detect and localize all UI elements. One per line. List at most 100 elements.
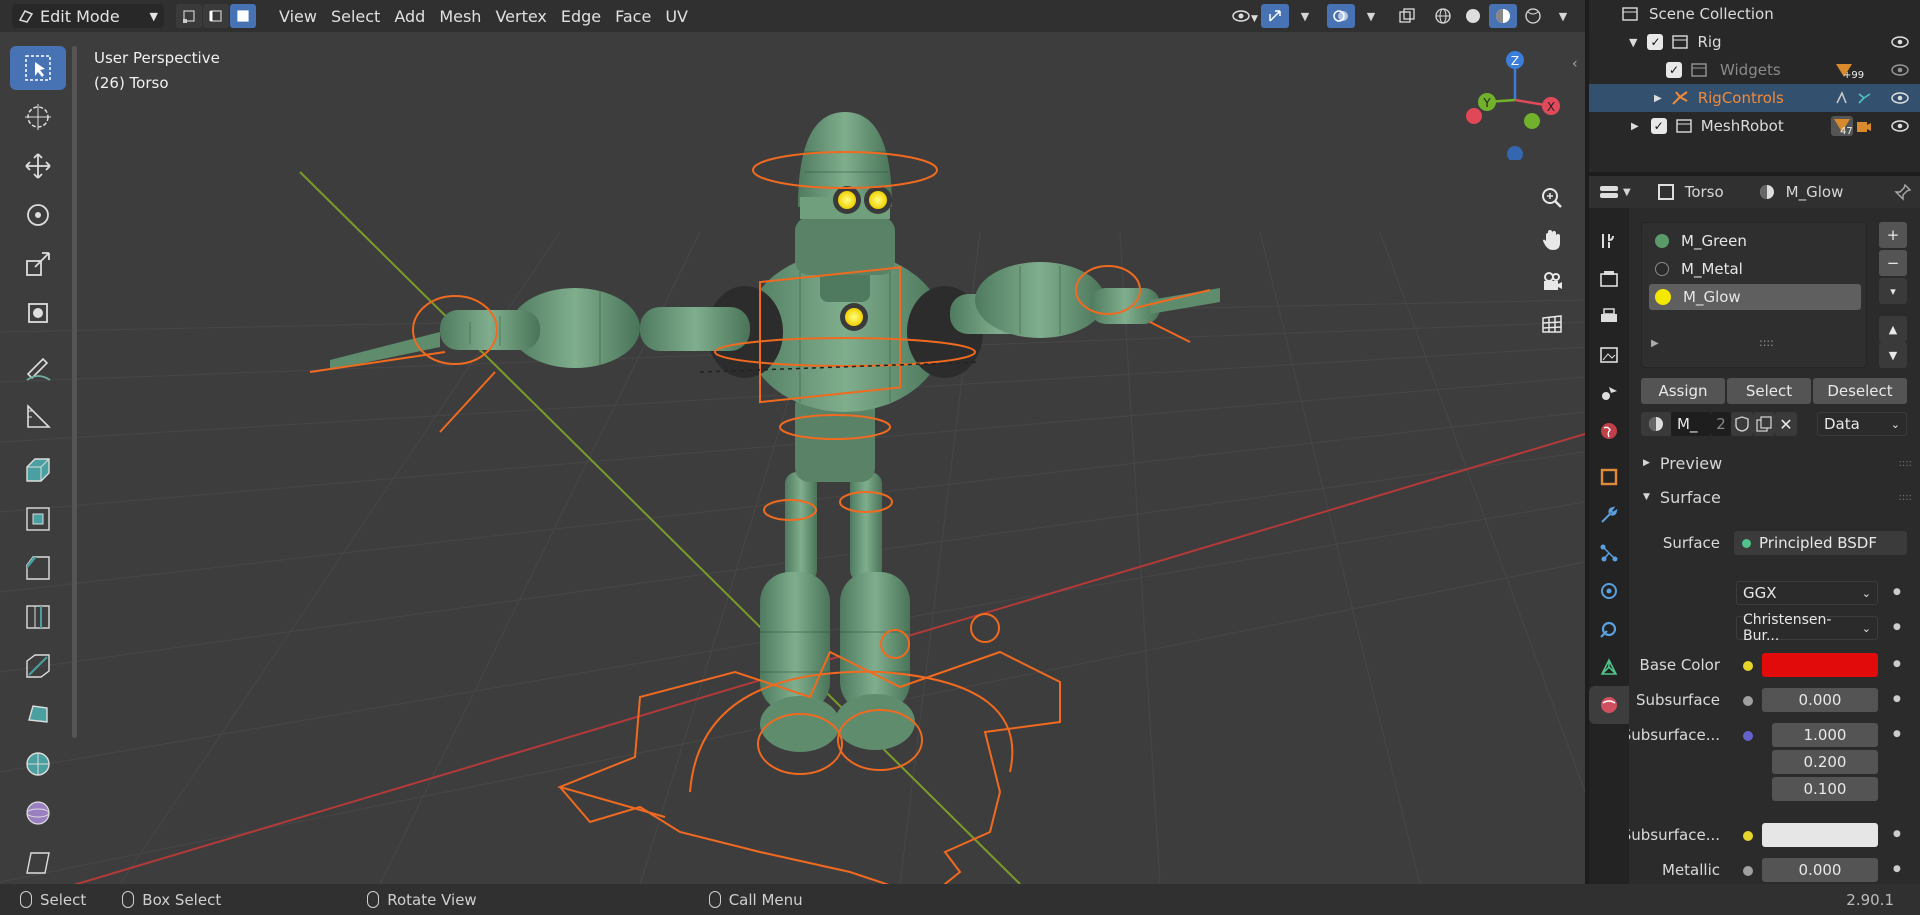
tool-annotate[interactable] — [10, 345, 66, 389]
move-slot-up-button[interactable]: ▲ — [1879, 316, 1907, 342]
drag-handle-icon[interactable]: :::: — [1899, 458, 1912, 469]
visibility-dropdown[interactable]: ▼ — [1231, 4, 1259, 28]
eye-icon[interactable] — [1890, 63, 1910, 77]
distribution-dropdown[interactable]: GGX ⌄ — [1736, 581, 1878, 605]
gizmo-dropdown[interactable]: ▼ — [1291, 4, 1319, 28]
surface-panel-header[interactable]: ▼ Surface :::: — [1629, 482, 1920, 512]
animate-dot-icon[interactable]: ● — [1893, 729, 1901, 739]
xray-toggle[interactable] — [1393, 4, 1421, 28]
list-resize-grip[interactable]: :::: — [1759, 336, 1774, 349]
color-socket-icon[interactable] — [1743, 831, 1753, 841]
tool-poly-build[interactable] — [10, 693, 66, 737]
remove-slot-button[interactable]: − — [1879, 250, 1907, 276]
eye-icon[interactable] — [1890, 35, 1910, 49]
subsurface-value-field[interactable]: 0.000 — [1762, 688, 1878, 712]
tool-rotate[interactable] — [10, 193, 66, 237]
tab-physics[interactable] — [1589, 572, 1629, 610]
duplicate-material-button[interactable] — [1753, 412, 1775, 436]
tab-tool[interactable] — [1589, 222, 1629, 260]
expand-right-icon[interactable]: ▶ — [1631, 121, 1639, 132]
face-select-button[interactable] — [230, 4, 256, 28]
outliner-item-meshrobot[interactable]: ▶ ✓ MeshRobot 47 — [1589, 112, 1920, 140]
deselect-button[interactable]: Deselect — [1813, 378, 1907, 404]
subsurface-color-swatch[interactable] — [1762, 823, 1878, 847]
menu-mesh[interactable]: Mesh — [432, 4, 488, 28]
tab-object[interactable] — [1589, 458, 1629, 496]
3d-viewport[interactable]: User Perspective (26) Torso Z X Y ‹ — [0, 32, 1585, 884]
navigation-gizmo[interactable]: Z X Y — [1455, 40, 1575, 160]
animate-dot-icon[interactable]: ● — [1893, 864, 1901, 874]
overlay-toggle[interactable] — [1327, 4, 1355, 28]
color-socket-icon[interactable] — [1743, 661, 1753, 671]
animate-dot-icon[interactable]: ● — [1893, 587, 1901, 597]
assign-button[interactable]: Assign — [1641, 378, 1725, 404]
metallic-value-field[interactable]: 0.000 — [1762, 858, 1878, 882]
base-color-swatch[interactable] — [1762, 653, 1878, 677]
tool-inset[interactable] — [10, 497, 66, 541]
rig-checkbox[interactable]: ✓ — [1647, 34, 1664, 50]
tool-extrude[interactable] — [10, 448, 66, 492]
value-socket-icon[interactable] — [1743, 696, 1753, 706]
toolbar-scrollbar[interactable] — [72, 46, 77, 738]
menu-face[interactable]: Face — [608, 4, 658, 28]
tab-particles[interactable] — [1589, 534, 1629, 572]
tab-constraints[interactable] — [1589, 610, 1629, 648]
material-slot-m-green[interactable]: M_Green — [1649, 228, 1861, 254]
editor-type-dropdown[interactable]: ▼ — [1599, 183, 1631, 201]
tool-bevel[interactable] — [10, 546, 66, 590]
preview-panel-header[interactable]: ▶ Preview :::: — [1629, 448, 1920, 478]
tool-move[interactable] — [10, 144, 66, 188]
expand-right-icon[interactable]: ▶ — [1654, 93, 1662, 104]
menu-add[interactable]: Add — [387, 4, 432, 28]
menu-edge[interactable]: Edge — [554, 4, 608, 28]
vector-socket-icon[interactable] — [1743, 731, 1753, 741]
tool-select-box[interactable] — [10, 46, 66, 90]
edge-select-button[interactable] — [203, 4, 229, 28]
move-slot-down-button[interactable]: ▼ — [1879, 342, 1907, 368]
ortho-toggle-button[interactable] — [1534, 306, 1570, 342]
outliner-item-rig[interactable]: ▼ ✓ Rig — [1589, 28, 1920, 56]
animate-dot-icon[interactable]: ● — [1893, 622, 1901, 632]
shading-rendered[interactable] — [1519, 4, 1547, 28]
subsurface-radius-x[interactable]: 1.000 — [1772, 723, 1878, 747]
outliner-item-widgets[interactable]: ✓ Widgets +99 — [1589, 56, 1920, 84]
material-browse[interactable] — [1641, 412, 1671, 436]
object-name[interactable]: Torso — [1685, 183, 1724, 201]
eye-icon[interactable] — [1890, 119, 1910, 133]
tool-smooth[interactable] — [10, 791, 66, 835]
meshrobot-checkbox[interactable]: ✓ — [1650, 118, 1667, 134]
tool-measure[interactable] — [10, 394, 66, 438]
sidebar-toggle[interactable]: ‹ — [1572, 56, 1578, 72]
pan-button[interactable] — [1534, 222, 1570, 258]
overlay-dropdown[interactable]: ▼ — [1357, 4, 1385, 28]
fake-user-button[interactable] — [1731, 412, 1753, 436]
shading-material[interactable] — [1489, 4, 1517, 28]
shading-wireframe[interactable] — [1429, 4, 1457, 28]
gizmo-toggle[interactable] — [1261, 4, 1289, 28]
tool-spin[interactable] — [10, 742, 66, 786]
tab-data[interactable] — [1589, 648, 1629, 686]
subsurface-method-dropdown[interactable]: Christensen-Bur... ⌄ — [1736, 612, 1878, 644]
material-name[interactable]: M_Glow — [1786, 183, 1844, 201]
shading-dropdown[interactable]: ▼ — [1549, 4, 1577, 28]
menu-view[interactable]: View — [272, 4, 324, 28]
drag-handle-icon[interactable]: :::: — [1899, 492, 1912, 503]
tab-scene[interactable] — [1589, 374, 1629, 412]
select-button[interactable]: Select — [1727, 378, 1811, 404]
tool-cursor[interactable] — [10, 95, 66, 139]
vertex-select-button[interactable] — [176, 4, 202, 28]
unlink-material-button[interactable]: ✕ — [1775, 412, 1797, 436]
expand-down-icon[interactable]: ▼ — [1629, 36, 1637, 49]
outliner-scene-collection[interactable]: Scene Collection — [1589, 0, 1920, 28]
add-slot-button[interactable]: + — [1879, 222, 1907, 248]
user-count[interactable]: 2 — [1711, 412, 1731, 436]
mode-dropdown[interactable]: Edit Mode ▼ — [12, 4, 164, 28]
link-dropdown[interactable]: Data ⌄ — [1817, 412, 1907, 436]
shading-solid[interactable] — [1459, 4, 1487, 28]
widgets-checkbox[interactable]: ✓ — [1666, 62, 1682, 78]
tab-view-layer[interactable] — [1589, 336, 1629, 374]
tool-loop-cut[interactable] — [10, 595, 66, 639]
tab-world[interactable] — [1589, 412, 1629, 450]
outliner-item-rigcontrols[interactable]: ▶ RigControls — [1589, 84, 1920, 112]
menu-vertex[interactable]: Vertex — [488, 4, 553, 28]
